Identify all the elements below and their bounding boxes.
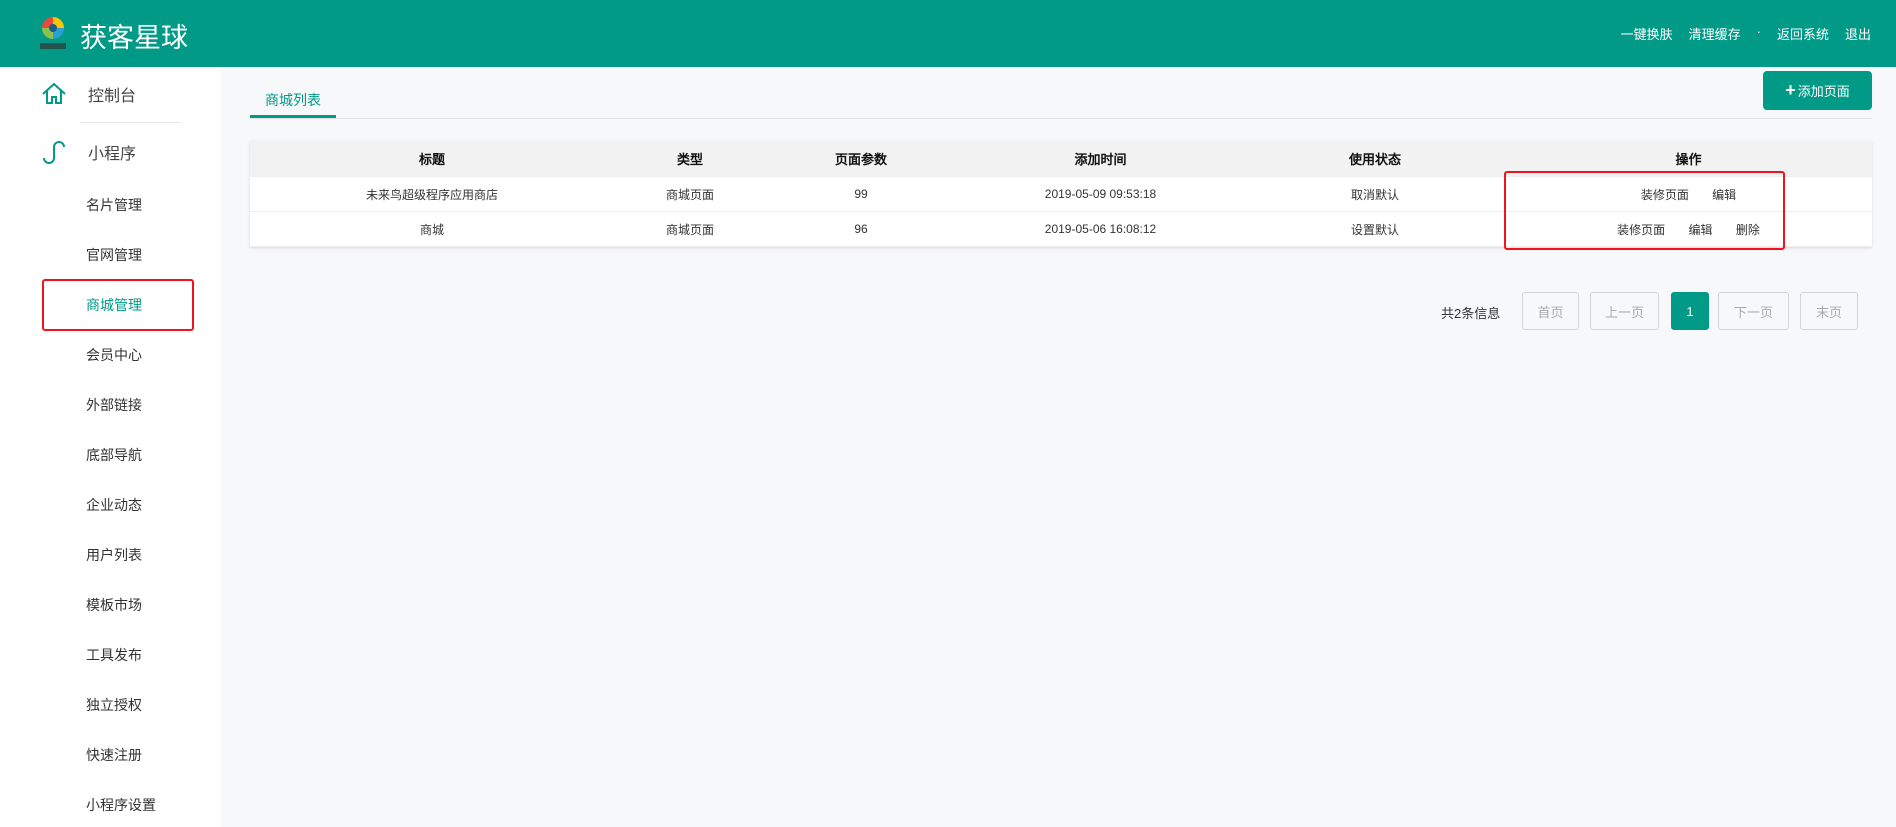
tab-mall-list[interactable]: 商城列表 [250,90,336,118]
page-1-button[interactable]: 1 [1671,292,1709,330]
sidebar-item-member[interactable]: 会员中心 [86,345,142,365]
cell-title: 未来鸟超级程序应用商店 [365,187,498,202]
toggle-default-link[interactable]: 设置默认 [1245,221,1505,238]
nav-separator: · [1756,24,1761,39]
col-title: 标题 [418,152,445,167]
next-page-button[interactable]: 下一页 [1718,292,1789,330]
skin-switch-link[interactable]: 一键换肤 [1621,24,1673,43]
sidebar-item-settings[interactable]: 小程序设置 [86,795,156,815]
cell-type: 商城页面 [665,187,714,202]
prev-page-button[interactable]: 上一页 [1590,292,1659,330]
col-actions: 操作 [1675,152,1702,167]
cell-time: 2019-05-09 09:53:18 [1044,187,1157,201]
highlight-box [1504,171,1785,250]
sidebar-item-templates[interactable]: 模板市场 [86,595,142,615]
cell-time: 2019-05-06 16:08:12 [1044,222,1157,236]
sidebar-item-website[interactable]: 官网管理 [86,245,142,265]
sidebar: 控制台 小程序 名片管理 官网管理 商城管理 会员中心 外部链接 底部导航 企业… [0,67,221,827]
toggle-default-link[interactable]: 取消默认 [1245,186,1505,203]
cell-title: 商城 [419,222,444,237]
logout-link[interactable]: 退出 [1845,24,1871,43]
sidebar-label: 小程序 [88,146,137,163]
highlight-box [42,279,194,331]
sidebar-item-card[interactable]: 名片管理 [86,195,142,215]
pagination-info: 共2条信息 [1441,305,1501,321]
sidebar-divider [80,122,180,123]
miniprogram-icon [43,141,65,164]
sidebar-item-dashboard[interactable]: 控制台 [40,80,136,108]
sidebar-item-news[interactable]: 企业动态 [86,495,142,515]
col-status: 使用状态 [1348,152,1401,167]
cell-param: 99 [854,187,868,201]
cell-type: 商城页面 [665,222,714,237]
plus-icon: + [1785,80,1796,100]
add-page-button[interactable]: + 添加页面 [1763,71,1872,110]
col-type: 类型 [676,152,703,167]
first-page-button[interactable]: 首页 [1522,292,1579,330]
home-icon [42,82,66,104]
cell-param: 96 [854,222,868,236]
brand-title: 获客星球 [80,23,188,53]
sidebar-item-miniprogram[interactable]: 小程序 [40,138,136,166]
back-system-link[interactable]: 返回系统 [1777,24,1829,43]
sidebar-item-users[interactable]: 用户列表 [86,545,142,565]
sidebar-label: 控制台 [88,88,137,105]
sidebar-item-publish[interactable]: 工具发布 [86,645,142,665]
col-param: 页面参数 [834,152,887,167]
sidebar-item-external-link[interactable]: 外部链接 [86,395,142,415]
tab-underline [250,118,1872,119]
sidebar-item-authorization[interactable]: 独立授权 [86,695,142,715]
logo-icon [40,17,66,49]
clear-cache-link[interactable]: 清理缓存 [1689,24,1741,43]
last-page-button[interactable]: 末页 [1800,292,1858,330]
sidebar-item-quick-register[interactable]: 快速注册 [86,745,142,765]
sidebar-item-bottom-nav[interactable]: 底部导航 [86,445,142,465]
top-header: 获客星球 一键换肤 清理缓存 · 返回系统 退出 [0,0,1896,67]
col-time: 添加时间 [1074,152,1127,167]
